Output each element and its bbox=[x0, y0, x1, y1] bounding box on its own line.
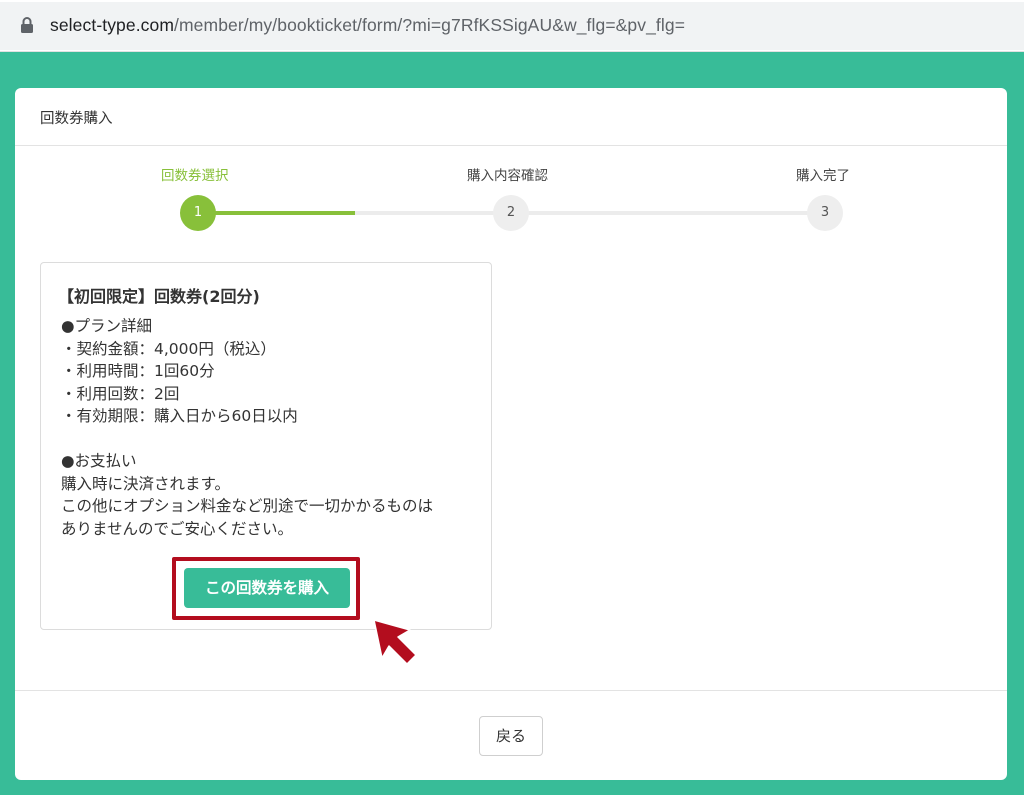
lock-icon bbox=[21, 17, 33, 33]
ticket-purchase-card: 回数券購入 回数券選択 購入内容確認 購入完了 1 2 3 【初回限定】回数券(… bbox=[15, 88, 1007, 780]
ticket-details: ●プラン詳細 ・契約金額：4,000円（税込） ・利用時間：1回60分 ・利用回… bbox=[61, 315, 433, 540]
url-path: /member/my/bookticket/form/?mi=g7RfKSSig… bbox=[174, 15, 686, 35]
pointer-arrow-icon bbox=[373, 619, 417, 665]
card-footer: 戻る bbox=[15, 690, 1007, 780]
detail-line bbox=[61, 428, 433, 451]
detail-line: この他にオプション料金など別途で一切かかるものは bbox=[61, 497, 434, 515]
address-bar[interactable]: select-type.com/member/my/bookticket/for… bbox=[0, 2, 1024, 50]
step-track-fill bbox=[198, 211, 355, 215]
detail-line: ・利用時間：1回60分 bbox=[61, 362, 215, 380]
detail-line: ●お支払い bbox=[61, 452, 137, 470]
detail-line: ありませんのでご安心ください。 bbox=[61, 519, 294, 538]
browser-toolbar: select-type.com/member/my/bookticket/for… bbox=[0, 0, 1024, 52]
detail-line: 購入時に決済されます。 bbox=[61, 474, 230, 493]
url-host: select-type.com bbox=[50, 15, 175, 35]
step-label-select: 回数券選択 bbox=[161, 168, 229, 184]
step-label-complete: 購入完了 bbox=[796, 168, 850, 184]
step-circle-1: 1 bbox=[180, 195, 216, 231]
detail-line: ・有効期限：購入日から60日以内 bbox=[61, 407, 298, 425]
url-text: select-type.com/member/my/bookticket/for… bbox=[50, 15, 685, 36]
detail-line: ・契約金額：4,000円（税込） bbox=[61, 339, 276, 358]
ticket-title: 【初回限定】回数券(2回分) bbox=[58, 287, 260, 306]
card-header: 回数券購入 bbox=[15, 88, 1007, 146]
detail-line: ・利用回数：2回 bbox=[61, 384, 180, 403]
page-title: 回数券購入 bbox=[40, 111, 113, 127]
detail-line: ●プラン詳細 bbox=[61, 317, 153, 335]
step-label-confirm: 購入内容確認 bbox=[467, 168, 548, 184]
step-circle-2: 2 bbox=[493, 195, 529, 231]
highlight-annotation-frame bbox=[172, 557, 360, 620]
back-button[interactable]: 戻る bbox=[479, 716, 543, 756]
step-circle-3: 3 bbox=[807, 195, 843, 231]
